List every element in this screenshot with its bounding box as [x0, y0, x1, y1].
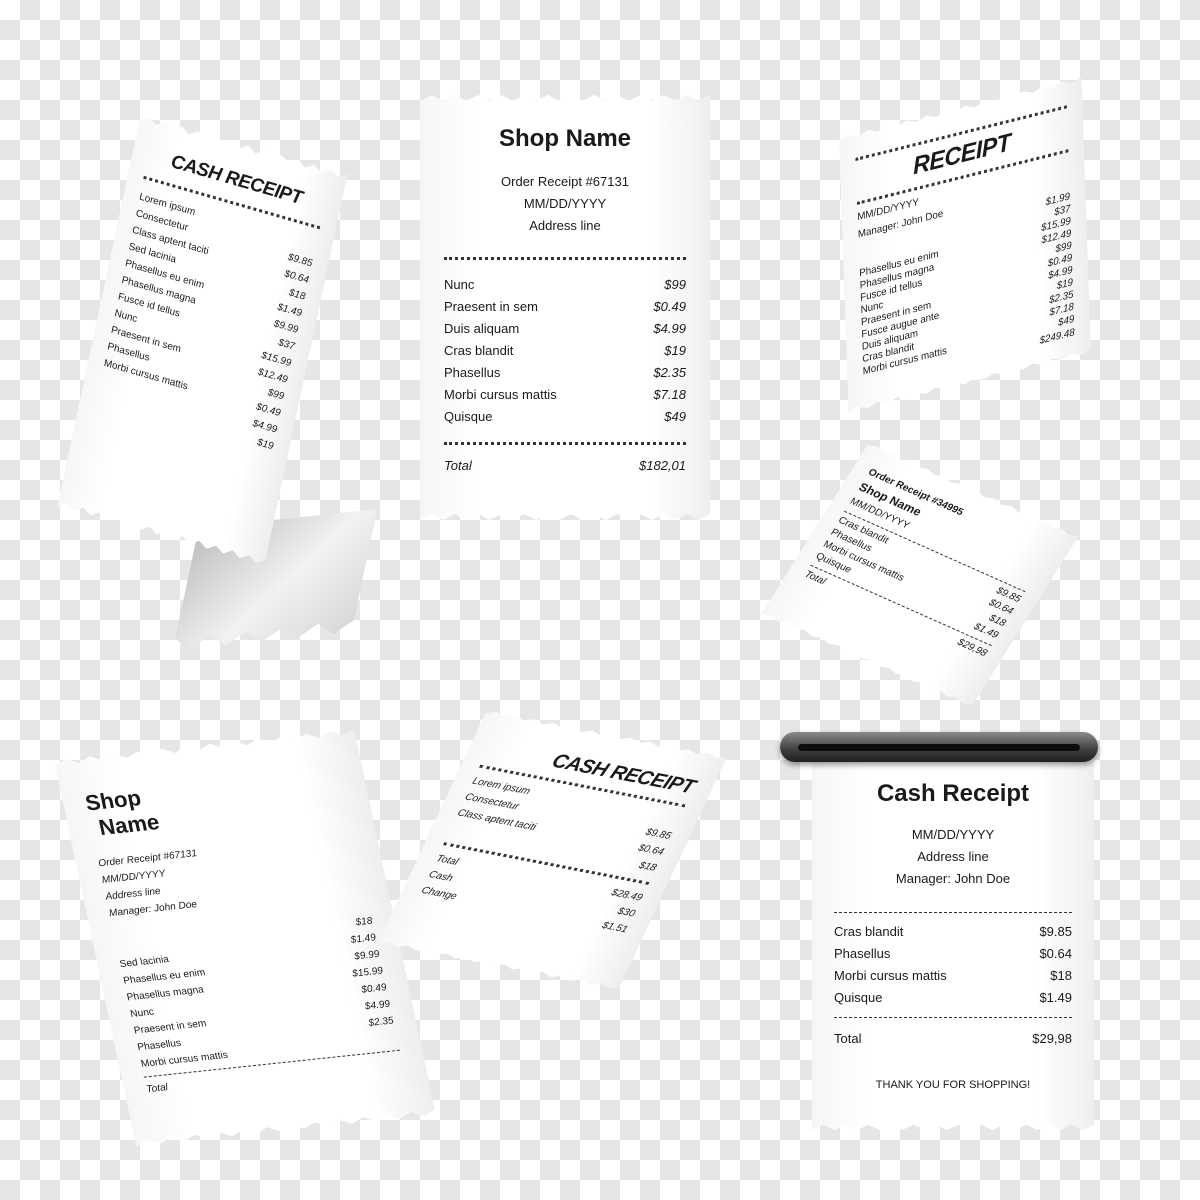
receipt-mid-right: Order Receipt #34995 Shop Name MM/DD/YYY… [761, 443, 1078, 708]
receipt-center: Shop Name Order Receipt #67131 MM/DD/YYY… [420, 95, 710, 520]
receipt-date: MM/DD/YYYY [523, 196, 607, 211]
item-list: $18 Sed lacinia $1.49 Phasellus eu enim $9… [115, 913, 399, 1073]
total-row: Total $182,01 [444, 458, 686, 473]
slot-opening [798, 744, 1080, 751]
receipt-title: Shop Name [498, 125, 632, 152]
receipt-title: Cash Receipt [876, 780, 1030, 807]
list-item: Phasellus $0.64 [834, 946, 1072, 961]
list-item: Praesent in sem $0.49 [444, 299, 686, 314]
list-item: Duis aliquam $4.99 [444, 321, 686, 336]
divider [834, 912, 1072, 913]
divider [834, 1017, 1072, 1018]
list-item: Cras blandit $9.85 [834, 924, 1072, 939]
address-line: Address line [529, 218, 601, 233]
receipt-bottom-left: Shop Name Order Receipt #67131 MM/DD/YYY… [54, 729, 436, 1147]
receipt-top-left: CASH RECEIPT Lorem ipsum Consectetur $9.8… [57, 115, 347, 566]
receipt-date: MM/DD/YYYY [911, 827, 995, 842]
receipt-bottom-right: Cash Receipt MM/DD/YYYY Address line Man… [812, 752, 1094, 1130]
shop-title: Shop Name [83, 764, 350, 842]
order-number: Order Receipt #67131 [501, 174, 629, 189]
receipt-printer-slot [780, 732, 1098, 762]
divider [444, 442, 686, 445]
list-item: Cras blandit $19 [444, 343, 686, 358]
manager-line: Manager: John Doe [895, 871, 1011, 886]
item-list: Nunc $99 Praesent in sem $0.49 Duis aliqua… [444, 274, 686, 428]
list-item: Morbi cursus mattis $18 [834, 968, 1072, 983]
receipt-top-right: RECEIPT MM/DD/YYYY Manager: John Doe $1.… [839, 77, 1091, 413]
list-item: Quisque $1.49 [834, 990, 1072, 1005]
divider [444, 257, 686, 260]
thank-you-footer: THANK YOU FOR SHOPPING! [875, 1079, 1031, 1091]
list-item: Morbi cursus mattis $7.18 [444, 387, 686, 402]
total-row: Total $29,98 [834, 1031, 1072, 1046]
list-item: Quisque $49 [444, 409, 686, 424]
item-list: Lorem ipsum Consectetur $9.85 Class apten… [95, 189, 317, 456]
list-item: Phasellus $2.35 [444, 365, 686, 380]
address-line: Address line [917, 849, 989, 864]
list-item: Nunc $99 [444, 277, 686, 292]
item-list: Cras blandit $9.85 Phasellus $0.64 Morbi c… [834, 921, 1072, 1009]
receipt-bottom-middle: CASH RECEIPT Lorem ipsum Consectetur $9.8… [378, 710, 727, 990]
